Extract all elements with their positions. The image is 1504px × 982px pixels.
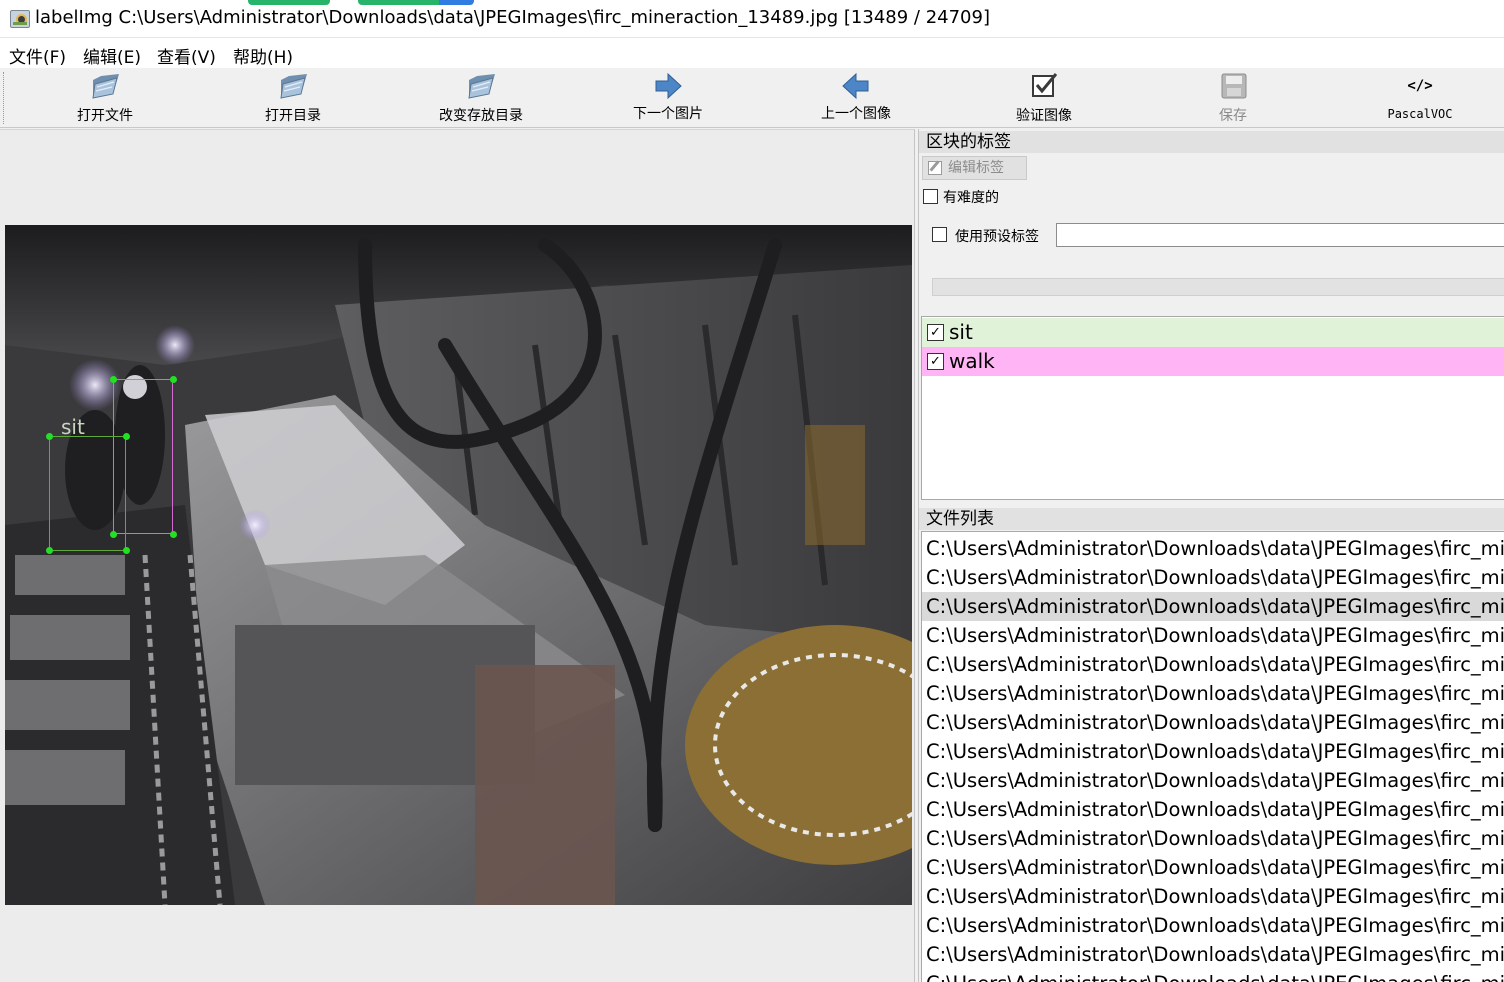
- menu-view[interactable]: 查看(V): [157, 43, 216, 68]
- label-item-text: walk: [949, 349, 995, 373]
- label-checkbox[interactable]: ✓: [927, 324, 944, 341]
- menu-file[interactable]: 文件(F): [9, 43, 66, 68]
- file-list-item[interactable]: C:\Users\Administrator\Downloads\data\JP…: [922, 824, 1504, 853]
- label-item-sit[interactable]: ✓ sit: [922, 318, 1504, 347]
- arrow-right-icon: [655, 72, 682, 100]
- folder-open-icon: [280, 74, 307, 99]
- file-list-item[interactable]: C:\Users\Administrator\Downloads\data\JP…: [922, 621, 1504, 650]
- use-default-label-checkbox[interactable]: [932, 227, 947, 242]
- canvas-area[interactable]: sit: [0, 129, 915, 982]
- default-label-input[interactable]: [1056, 223, 1504, 247]
- labelimg-window: labelImg C:\Users\Administrator\Download…: [0, 0, 1504, 982]
- arrow-left-icon: [842, 72, 869, 100]
- file-list-item[interactable]: C:\Users\Administrator\Downloads\data\JP…: [922, 766, 1504, 795]
- file-list-item[interactable]: C:\Users\Administrator\Downloads\data\JP…: [922, 563, 1504, 592]
- pencil-icon: [928, 161, 942, 175]
- format-toggle-button[interactable]: </> PascalVOC: [1350, 68, 1490, 128]
- file-list-item[interactable]: C:\Users\Administrator\Downloads\data\JP…: [922, 853, 1504, 882]
- progress-bar: [932, 278, 1504, 296]
- mine-scene-image: [5, 225, 912, 905]
- file-list-item[interactable]: C:\Users\Administrator\Downloads\data\JP…: [922, 737, 1504, 766]
- edit-label-button[interactable]: 编辑标签: [922, 156, 1027, 180]
- open-file-label: 打开文件: [77, 108, 133, 124]
- verify-image-button[interactable]: 验证图像: [974, 68, 1114, 128]
- app-icon: [10, 10, 30, 28]
- file-list-panel-title: 文件列表: [919, 508, 1504, 530]
- label-item-text: sit: [949, 320, 973, 344]
- right-dock: 区块的标签 编辑标签 有难度的 使用预设标签 ✓ sit ✓ walk 文件列表…: [918, 129, 1504, 982]
- file-list-item[interactable]: C:\Users\Administrator\Downloads\data\JP…: [922, 708, 1504, 737]
- save-button[interactable]: 保存: [1163, 68, 1303, 128]
- prev-image-label: 上一个图像: [821, 106, 891, 122]
- menu-edit[interactable]: 编辑(E): [83, 43, 141, 68]
- use-default-label-text: 使用预设标签: [955, 229, 1039, 245]
- vertex-handle[interactable]: [46, 433, 53, 440]
- folder-open-icon: [92, 74, 119, 99]
- verify-image-label: 验证图像: [1016, 108, 1072, 124]
- taskbar-accent: [358, 0, 474, 5]
- open-dir-button[interactable]: 打开目录: [223, 68, 363, 128]
- file-list-item[interactable]: C:\Users\Administrator\Downloads\data\JP…: [922, 534, 1504, 563]
- sit-box-label: sit: [61, 415, 85, 439]
- menu-help[interactable]: 帮助(H): [233, 43, 293, 68]
- difficult-checkbox[interactable]: [923, 189, 938, 204]
- file-list-item[interactable]: C:\Users\Administrator\Downloads\data\JP…: [922, 940, 1504, 969]
- annotated-image[interactable]: sit: [5, 225, 912, 905]
- file-list-item[interactable]: C:\Users\Administrator\Downloads\data\JP…: [922, 882, 1504, 911]
- vertex-handle[interactable]: [123, 547, 130, 554]
- next-image-label: 下一个图片: [633, 106, 703, 122]
- vertex-handle[interactable]: [170, 376, 177, 383]
- window-title: labelImg C:\Users\Administrator\Download…: [35, 7, 990, 28]
- file-list: C:\Users\Administrator\Downloads\data\JP…: [921, 531, 1504, 982]
- vertex-handle[interactable]: [110, 376, 117, 383]
- file-list-item-selected[interactable]: C:\Users\Administrator\Downloads\data\JP…: [922, 592, 1504, 621]
- toolbar: 打开文件 打开目录 改变存放目录 下一个图片 上一个图像 验证图像 保存 </>…: [0, 68, 1504, 128]
- label-checkbox[interactable]: ✓: [927, 353, 944, 370]
- change-save-dir-label: 改变存放目录: [439, 108, 523, 124]
- vertex-handle[interactable]: [170, 531, 177, 538]
- floppy-disk-icon: [1221, 73, 1247, 99]
- vertex-handle[interactable]: [110, 531, 117, 538]
- format-label: PascalVOC: [1387, 107, 1453, 121]
- file-list-item[interactable]: C:\Users\Administrator\Downloads\data\JP…: [922, 795, 1504, 824]
- change-save-dir-button[interactable]: 改变存放目录: [411, 68, 551, 128]
- label-item-walk[interactable]: ✓ walk: [922, 347, 1504, 376]
- save-label: 保存: [1219, 108, 1247, 124]
- box-labels-panel-title: 区块的标签: [919, 131, 1504, 153]
- vertex-handle[interactable]: [123, 433, 130, 440]
- prev-image-button[interactable]: 上一个图像: [786, 68, 926, 128]
- file-list-item[interactable]: C:\Users\Administrator\Downloads\data\JP…: [922, 911, 1504, 940]
- edit-label-text: 编辑标签: [948, 160, 1004, 176]
- label-list: ✓ sit ✓ walk: [921, 316, 1504, 500]
- vertex-handle[interactable]: [46, 547, 53, 554]
- file-list-item[interactable]: C:\Users\Administrator\Downloads\data\JP…: [922, 650, 1504, 679]
- file-list-item[interactable]: C:\Users\Administrator\Downloads\data\JP…: [922, 969, 1504, 982]
- open-dir-label: 打开目录: [265, 108, 321, 124]
- difficult-label: 有难度的: [943, 190, 999, 206]
- menu-bar: 文件(F) 编辑(E) 查看(V) 帮助(H): [0, 38, 1504, 68]
- open-file-button[interactable]: 打开文件: [35, 68, 175, 128]
- code-icon: </>: [1407, 78, 1433, 94]
- file-list-item[interactable]: C:\Users\Administrator\Downloads\data\JP…: [922, 679, 1504, 708]
- title-bar: labelImg C:\Users\Administrator\Download…: [0, 0, 1504, 38]
- checkbox-check-icon: [1032, 73, 1058, 97]
- folder-open-icon: [468, 74, 495, 99]
- taskbar-accent: [248, 0, 330, 5]
- next-image-button[interactable]: 下一个图片: [598, 68, 738, 128]
